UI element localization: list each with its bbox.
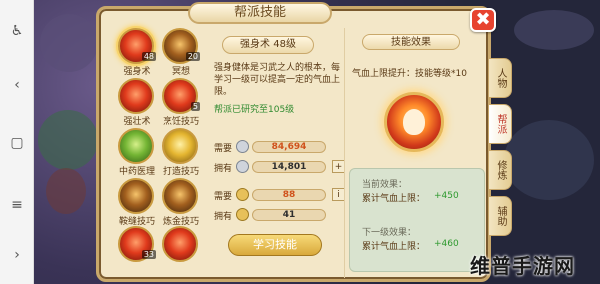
- cost-label: 需要: [214, 192, 233, 202]
- skill-name: 打造技巧: [162, 167, 199, 177]
- tab-character[interactable]: 人物: [488, 58, 512, 98]
- menu-icon[interactable]: ≡: [8, 196, 26, 214]
- skill-slot[interactable]: 鞍缝技巧: [114, 178, 160, 227]
- skill-icon: [118, 78, 154, 114]
- learn-skill-button[interactable]: 学习技能: [228, 234, 322, 256]
- back-icon[interactable]: ‹: [8, 76, 26, 94]
- skill-slot[interactable]: 强壮术: [114, 78, 160, 127]
- skill-icon: [162, 226, 198, 262]
- watermark: 维普手游网: [470, 254, 575, 278]
- skill-icon: [162, 178, 198, 214]
- system-sidebar: ♿ ‹ ▢ ≡ ›: [0, 0, 34, 284]
- skill-level: 48: [141, 52, 156, 61]
- skill-slot[interactable]: 打造技巧: [158, 128, 204, 177]
- cost-row-1: 需要 84,694: [214, 140, 340, 154]
- skill-slot[interactable]: 炼金技巧: [158, 178, 204, 227]
- skill-icon: [118, 128, 154, 164]
- own-label: 拥有: [214, 164, 233, 174]
- skill-icon: [162, 128, 198, 164]
- skill-large-icon: [384, 92, 444, 152]
- cost-value: 88: [282, 190, 296, 200]
- own-row-2: 拥有 41: [214, 208, 340, 222]
- skill-slot[interactable]: [158, 226, 204, 274]
- cost-label: 需要: [214, 144, 233, 154]
- effect-box: 当前效果： 累计气血上限： +450 下一级效果： 累计气血上限： +460: [349, 168, 485, 272]
- skill-slot[interactable]: 48 强身术: [114, 28, 160, 77]
- skill-name: 强身术: [123, 67, 151, 77]
- skill-name: 烹饪技巧: [162, 117, 199, 127]
- close-button[interactable]: ✖: [470, 8, 496, 32]
- skill-level: 20: [185, 52, 200, 61]
- cost-row-2: 需要 88 i: [214, 188, 345, 202]
- current-effect-label: 累计气血上限：: [362, 194, 426, 204]
- next-effect-value: +460: [434, 239, 459, 249]
- window-title: 帮派技能: [188, 2, 332, 24]
- own-row-1: 拥有 14,801 +: [214, 160, 345, 174]
- effect-description: 气血上限提升：技能等级*10: [352, 69, 467, 79]
- chat-preview[interactable]: [38, 246, 94, 280]
- own-value: 14,801: [271, 162, 307, 172]
- skill-icon: [118, 178, 154, 214]
- silver-coin-icon: [236, 160, 249, 173]
- skill-description: 强身健体是习武之人的根本，每学习一级可以提高一定的气血上限。: [214, 63, 341, 97]
- gold-coin-icon: [236, 188, 249, 201]
- silver-coin-icon: [236, 140, 249, 153]
- skill-slot[interactable]: 中药医理: [114, 128, 160, 177]
- current-effect-value: +450: [434, 191, 459, 201]
- tab-cultivation[interactable]: 修炼: [488, 150, 512, 190]
- skill-slot[interactable]: 20 冥想: [158, 28, 204, 77]
- accessibility-icon[interactable]: ♿: [8, 22, 26, 40]
- current-effect-header: 当前效果：: [362, 180, 408, 190]
- own-label: 拥有: [214, 212, 233, 222]
- skill-name: 中药医理: [118, 167, 155, 177]
- gold-coin-icon: [236, 208, 249, 221]
- effect-title: 技能效果: [362, 34, 460, 50]
- skill-name: 强壮术: [123, 117, 151, 127]
- skill-slot[interactable]: 5 烹饪技巧: [158, 78, 204, 127]
- skill-level: 33: [141, 250, 156, 259]
- skill-level: 5: [190, 102, 200, 111]
- skill-name: 冥想: [171, 67, 190, 77]
- own-value: 41: [282, 210, 296, 220]
- cost-value: 84,694: [271, 142, 307, 152]
- next-effect-header: 下一级效果：: [362, 228, 417, 238]
- next-effect-label: 累计气血上限：: [362, 242, 426, 252]
- skill-requirement: 帮派已研究至105级: [214, 105, 295, 115]
- tab-guild[interactable]: 帮派: [488, 104, 512, 144]
- skill-title: 强身术 48级: [222, 36, 314, 54]
- skill-grid: 48 强身术 20 冥想强壮术 5 烹饪技巧中药医理 打造技巧 鞍缝技巧 炼金技巧 33: [108, 28, 202, 280]
- tab-assist[interactable]: 辅助: [488, 196, 512, 236]
- skill-slot[interactable]: 33: [114, 226, 160, 274]
- home-icon[interactable]: ▢: [8, 134, 26, 152]
- forward-icon[interactable]: ›: [8, 246, 26, 264]
